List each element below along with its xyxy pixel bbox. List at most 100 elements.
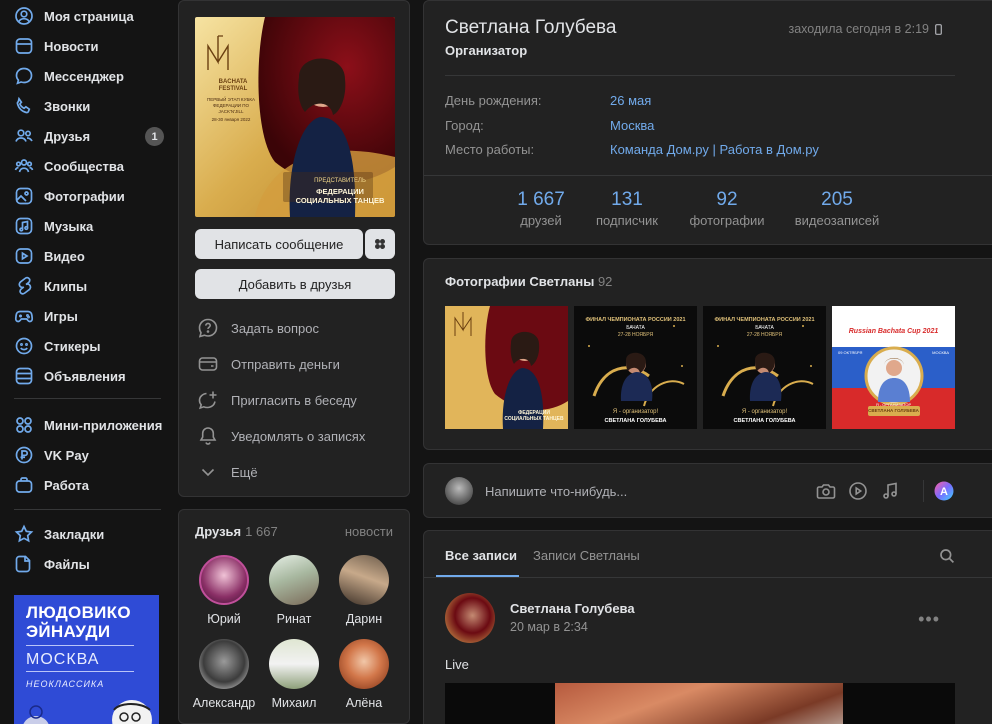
friend-name: Алёна (345, 696, 383, 710)
action-more[interactable]: Ещё (197, 458, 397, 486)
friend-item[interactable]: Ринат (259, 555, 329, 626)
nav-vkpay[interactable]: VK Pay (14, 442, 164, 468)
birthday-value[interactable]: 26 мая (610, 93, 651, 108)
ad-title: ЛЮДОВИКО ЭЙНАУДИ (26, 603, 131, 641)
post-video[interactable] (445, 683, 955, 724)
nav-label: Музыка (44, 218, 94, 234)
action-notify-posts[interactable]: Уведомлять о записях (197, 422, 397, 450)
post-date[interactable]: 20 мар в 2:34 (510, 620, 588, 634)
add-friend-button[interactable]: Добавить в друзья (195, 269, 395, 299)
action-send-money[interactable]: Отправить деньги (197, 350, 397, 378)
gift-button[interactable] (365, 229, 395, 259)
festival-logo-icon (207, 35, 229, 70)
camera-icon[interactable] (815, 480, 837, 502)
friend-item[interactable]: Юрий (189, 555, 259, 626)
friend-avatar (269, 639, 319, 689)
ad-illustration (23, 700, 152, 724)
photo-caption: Russian Bachata Cup 2021 (848, 328, 939, 335)
city-value[interactable]: Москва (610, 118, 654, 133)
birthday-row: День рождения: 26 мая (445, 93, 651, 108)
friend-name: Дарин (345, 612, 383, 626)
friends-title[interactable]: Друзья 1 667 (195, 524, 278, 539)
nav-work[interactable]: Работа (14, 472, 164, 498)
nav-communities[interactable]: Сообщества (14, 153, 164, 179)
work-row: Место работы: Команда Дом.ру | Работа в Д… (445, 142, 819, 157)
profile-name: Светлана Голубева (445, 17, 617, 38)
avatar-date-text: 28-30 января 2022 (211, 117, 251, 122)
action-invite-chat[interactable]: Пригласить в беседу (197, 386, 397, 414)
friend-item[interactable]: Алёна (329, 639, 399, 710)
nav-my-page[interactable]: Моя страница (14, 3, 164, 29)
profile-photo[interactable]: BACHATA FESTIVAL ПЕРВЫЙ ЭТАП КУБКА ФЕДЕР… (195, 17, 395, 217)
post-author-avatar[interactable] (445, 593, 495, 643)
friends-news-link[interactable]: новости (345, 524, 393, 539)
video-play-icon[interactable] (847, 480, 869, 502)
gamepad-icon (14, 310, 34, 323)
avatar-rep-org: ФЕДЕРАЦИИ СОЦИАЛЬНЫХ ТАНЦЕВ (295, 187, 385, 205)
nav-label: Клипы (44, 278, 88, 294)
more-options-icon[interactable]: ••• (918, 609, 940, 630)
nav-label: Стикеры (44, 338, 101, 354)
write-message-button[interactable]: Написать сообщение (195, 229, 363, 259)
friends-badge: 1 (145, 127, 164, 146)
nav-label: Фотографии (44, 188, 125, 204)
post-text: Live (445, 657, 469, 672)
action-label: Ещё (231, 464, 258, 480)
friend-item[interactable]: Михаил (259, 639, 329, 710)
nav-label: Мессенджер (44, 68, 124, 84)
nav-clips[interactable]: Клипы (14, 273, 164, 299)
tab-owner-posts[interactable]: Записи Светланы (533, 548, 640, 563)
nav-messenger[interactable]: Мессенджер (14, 63, 164, 89)
work-value[interactable]: Команда Дом.ру | Работа в Дом.ру (610, 142, 819, 157)
nav-files[interactable]: Файлы (14, 551, 164, 577)
stat-videos[interactable]: 205 видеозаписей (782, 189, 892, 228)
photos-icon (15, 187, 33, 205)
user-circle-icon (15, 7, 33, 25)
photos-title[interactable]: Фотографии Светланы 92 (445, 274, 612, 289)
action-ask-question[interactable]: Задать вопрос (197, 314, 397, 342)
video-icon (15, 248, 33, 264)
friend-item[interactable]: Дарин (329, 555, 399, 626)
nav-friends[interactable]: Друзья 1 (14, 123, 164, 149)
message-icon (15, 67, 33, 85)
nav-calls[interactable]: Звонки (14, 93, 164, 119)
nav-music[interactable]: Музыка (14, 213, 164, 239)
nav-classifieds[interactable]: Объявления (14, 363, 164, 389)
music-note-icon[interactable] (879, 480, 901, 502)
nav-label: Игры (44, 308, 78, 324)
avatar-logo-text: BACHATA FESTIVAL (218, 79, 248, 92)
nav-video[interactable]: Видео (14, 243, 164, 269)
photo-thumb[interactable]: Russian Bachata Cup 2021 09 ОКТЯБРЯ МОСК… (832, 306, 955, 429)
nav-games[interactable]: Игры (14, 303, 164, 329)
ad-divider (26, 645, 134, 646)
birthday-label: День рождения: (445, 93, 542, 108)
profile-info-card: Светлана Голубева Организатор заходила с… (423, 0, 992, 245)
post-author-name[interactable]: Светлана Голубева (510, 601, 635, 616)
nav-stickers[interactable]: Стикеры (14, 333, 164, 359)
city-label: Город: (445, 118, 484, 133)
communities-icon (14, 159, 34, 173)
friends-card: Друзья 1 667 новости Юрий Ринат Дарин Але… (178, 509, 410, 724)
tab-all-posts[interactable]: Все записи (445, 548, 517, 563)
ai-assistant-icon[interactable]: A (933, 480, 955, 502)
ad-banner[interactable]: ЛЮДОВИКО ЭЙНАУДИ МОСКВА НЕОКЛАССИКА (14, 595, 159, 724)
nav-news[interactable]: Новости (14, 33, 164, 59)
photo-thumb[interactable]: ФИНАЛ ЧЕМПИОНАТА РОССИИ 2021 БАЧАТА 27-2… (574, 306, 697, 429)
photos-card: Фотографии Светланы 92 ФЕДЕРАЦИИ СОЦИАЛЬ… (423, 258, 992, 450)
avatar-stage-text: ПЕРВЫЙ ЭТАП КУБКА ФЕДЕРАЦИИ ПО JACK'N'JI… (206, 97, 256, 114)
friend-item[interactable]: Александр (189, 639, 259, 710)
friend-name: Ринат (276, 612, 312, 626)
photo-person: СВЕТЛАНА ГОЛУБЕВА (868, 408, 919, 413)
photo-thumb[interactable]: ФИНАЛ ЧЕМПИОНАТА РОССИИ 2021 БАЧАТА 27-2… (703, 306, 826, 429)
nav-mini-apps[interactable]: Мини-приложения (14, 412, 164, 438)
search-icon[interactable] (939, 548, 955, 564)
nav-photos[interactable]: Фотографии (14, 183, 164, 209)
stat-label: видеозаписей (794, 213, 880, 228)
stat-followers[interactable]: 131 подписчик (572, 189, 682, 228)
composer-input[interactable]: Напишите что-нибудь... (485, 484, 627, 499)
photo-person: СВЕТЛАНА ГОЛУБЕВА (604, 418, 667, 424)
question-icon (198, 318, 218, 338)
nav-bookmarks[interactable]: Закладки (14, 521, 164, 547)
stat-photos[interactable]: 92 фотографии (672, 189, 782, 228)
photo-thumb[interactable]: ФЕДЕРАЦИИ СОЦИАЛЬНЫХ ТАНЦЕВ (445, 306, 568, 429)
